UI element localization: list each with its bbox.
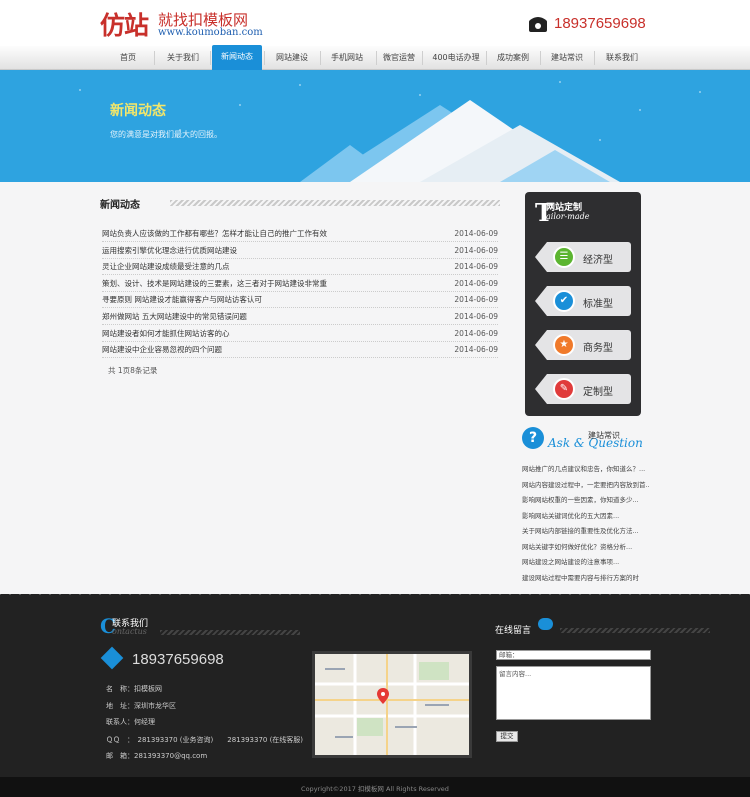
nav-separator: [540, 51, 541, 65]
news-row[interactable]: 策划、设计、技术是网站建设的三要素，这三者对于网站建设非常重 2014-06-09: [102, 276, 498, 292]
nav-separator: [422, 51, 423, 65]
news-date: 2014-06-09: [454, 295, 498, 305]
question-icon: ?: [522, 427, 544, 449]
news-date: 2014-06-09: [454, 229, 498, 238]
banner-subtitle: 您的满意是对我们最大的回报。: [110, 130, 222, 139]
nav-item[interactable]: 手机网站: [322, 46, 372, 70]
message-textarea[interactable]: 留言内容...: [496, 666, 651, 720]
qa-title: 建站常识: [588, 431, 620, 440]
package-tag-label: 标准型: [583, 299, 613, 310]
nav-item[interactable]: 建站常识: [542, 46, 592, 70]
news-title[interactable]: 郑州做网站 五大网站建设中的常见错误问题: [102, 309, 247, 324]
pen-icon: ✎: [553, 378, 575, 400]
qa-link[interactable]: 建设网站过程中需要内容与排行方案的时: [522, 572, 650, 582]
nav-separator: [320, 51, 321, 65]
nav-separator: [486, 51, 487, 65]
star-icon: ★: [553, 334, 575, 356]
map-illustration: [315, 654, 469, 755]
message-title: 在线留言: [495, 626, 532, 636]
qa-link[interactable]: 关于网站内部链接的重要性及优化方法...: [522, 525, 650, 535]
news-row[interactable]: 郑州做网站 五大网站建设中的常见错误问题 2014-06-09: [102, 309, 498, 325]
nav-item[interactable]: 网站建设: [266, 46, 318, 70]
nav-item[interactable]: 新闻动态: [212, 45, 262, 70]
package-tag-label: 商务型: [583, 343, 613, 354]
nav-separator: [376, 51, 377, 65]
logo-url: www.koumoban.com: [158, 27, 263, 38]
nav-separator: [594, 51, 595, 65]
copyright: Copyright©2017 扣模板网 All Rights Reserved: [301, 785, 449, 793]
zigzag-divider: [0, 588, 750, 596]
news-date: 2014-06-09: [454, 345, 498, 355]
news-row[interactable]: 寻要原则 网站建设才能赢得客户与网站访客认可 2014-06-09: [102, 292, 498, 309]
news-date: 2014-06-09: [454, 262, 498, 272]
qa-link[interactable]: 网站建设之网站建设的注意事项...: [522, 556, 650, 566]
nav-separator: [154, 51, 155, 65]
check-icon: ✔: [553, 290, 575, 312]
news-row[interactable]: 运用搜索引擎优化理念进行优质网站建设 2014-06-09: [102, 243, 498, 259]
nav-separator: [264, 51, 265, 65]
news-title[interactable]: 网站建设者如何才能抓住网站访客的心: [102, 326, 230, 341]
submit-button[interactable]: 提交: [496, 731, 518, 742]
nav-item[interactable]: 微官运营: [378, 46, 420, 70]
nav-item[interactable]: 400电话办理: [424, 46, 488, 70]
qa-link[interactable]: 网站内容建设过程中，一定要把内容放到首...: [522, 479, 650, 489]
nav-item[interactable]: 成功案例: [488, 46, 538, 70]
news-date: 2014-06-09: [454, 278, 498, 288]
news-row[interactable]: 网站建设中企业容易忽视的四个问题 2014-06-09: [102, 342, 498, 359]
qa-link[interactable]: 影响网站关键词优化的五大因素...: [522, 510, 650, 520]
contact-line: 邮 箱：281393370@qq.com: [106, 752, 208, 760]
news-row[interactable]: 灵让企业网站建设成绩最受注意的几点 2014-06-09: [102, 259, 498, 276]
news-date: 2014-06-09: [454, 328, 498, 338]
map[interactable]: [312, 651, 472, 758]
chat-bubble-icon: [538, 618, 553, 630]
footer-phone: 18937659698: [132, 651, 224, 668]
news-row[interactable]: 网站负责人应该做的工作都有哪些？怎样才能让自己的推广工作有效 2014-06-09: [102, 226, 498, 242]
contact-subtitle: ontactus: [112, 627, 147, 636]
contact-line: 地 址：深圳市龙华区: [106, 702, 176, 710]
logo-text[interactable]: 仿站: [100, 6, 149, 42]
heading-divider: [170, 200, 500, 206]
header-phone: 18937659698: [554, 15, 646, 32]
contact-line: 名 称：扣模板网: [106, 685, 162, 693]
qa-link[interactable]: 网站推广的几点建议和忠告，你知道么？...: [522, 463, 650, 473]
banner: [0, 70, 750, 182]
news-date: 2014-06-09: [454, 245, 498, 255]
news-title[interactable]: 策划、设计、技术是网站建设的三要素，这三者对于网站建设非常重: [102, 276, 327, 291]
news-title[interactable]: 灵让企业网站建设成绩最受注意的几点: [102, 259, 230, 274]
map-pin-icon: [377, 688, 389, 704]
pagination-info: 共 1页8条记录: [108, 366, 158, 375]
message-divider: [560, 628, 710, 633]
news-title[interactable]: 网站建设中企业容易忽视的四个问题: [102, 342, 222, 357]
news-date: 2014-06-09: [454, 312, 498, 321]
nav-item[interactable]: 关于我们: [156, 46, 210, 70]
news-heading: 新闻动态: [100, 200, 140, 211]
package-tag-label: 定制型: [583, 387, 613, 398]
email-field[interactable]: 邮箱：: [496, 650, 651, 660]
contact-line: ＱＱ ： 281393370 (业务咨询) 281393370 (在线客服): [106, 736, 304, 744]
contact-divider: [160, 630, 300, 635]
news-row[interactable]: 网站建设者如何才能抓住网站访客的心 2014-06-09: [102, 326, 498, 342]
nav-item[interactable]: 首页: [108, 46, 148, 70]
nav-separator: [210, 51, 211, 65]
custom-subtitle: ailor-made: [546, 212, 590, 221]
contact-line: 联系人：何经理: [106, 718, 155, 726]
nav-item[interactable]: 联系我们: [596, 46, 648, 70]
qa-link[interactable]: 影响网站权重的一些因素，你知道多少...: [522, 494, 650, 504]
news-title[interactable]: 网站负责人应该做的工作都有哪些？怎样才能让自己的推广工作有效: [102, 226, 327, 241]
news-title[interactable]: 寻要原则 网站建设才能赢得客户与网站访客认可: [102, 292, 262, 307]
package-tag-label: 经济型: [583, 255, 613, 266]
phone-icon: [529, 17, 547, 32]
news-title[interactable]: 运用搜索引擎优化理念进行优质网站建设: [102, 243, 237, 258]
banner-title: 新闻动态: [110, 103, 166, 119]
qa-link[interactable]: 网站关键字如何做好优化？资格分析...: [522, 541, 650, 551]
mountain-illustration: [79, 81, 701, 182]
list-icon: ☰: [553, 246, 575, 268]
